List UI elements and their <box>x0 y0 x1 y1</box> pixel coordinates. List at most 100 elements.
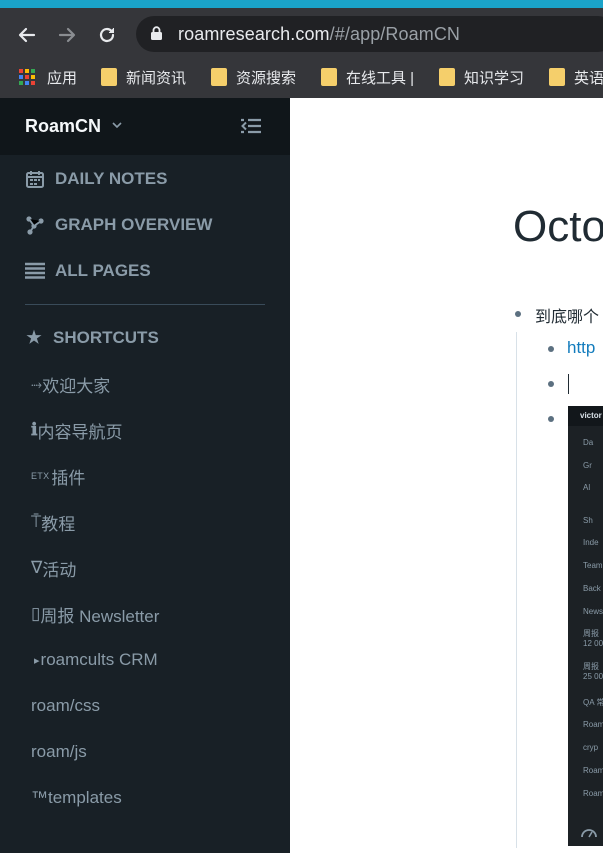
shortcut-label: 教程 <box>41 514 76 534</box>
embedded-image-text: cryp <box>583 743 599 752</box>
text-cursor <box>568 374 569 394</box>
shortcut-item[interactable]: ∇ 活动 <box>31 555 76 581</box>
embedded-image-text: Back <box>583 584 601 593</box>
shortcut-label: roam/js <box>31 742 87 761</box>
extension-icon: ETX <box>31 471 50 481</box>
child-thread-line <box>516 332 517 848</box>
nav-daily-notes[interactable]: DAILY NOTES <box>25 166 167 192</box>
forward-button[interactable] <box>53 21 81 49</box>
shortcut-item[interactable]: ™ templates <box>31 785 122 811</box>
folder-icon <box>211 68 227 86</box>
nav-label: DAILY NOTES <box>55 169 168 188</box>
folder-icon <box>439 68 455 86</box>
embedded-image-text: QA 常 <box>583 698 603 707</box>
block-bullet[interactable] <box>515 311 521 317</box>
shortcut-item[interactable]: ▸ roamcults CRM <box>31 647 158 673</box>
gauge-icon <box>581 829 597 838</box>
embedded-image-text: Da <box>583 438 594 447</box>
bookmark-folder[interactable]: 知识学习 <box>439 65 524 89</box>
embedded-image-text: 12 00 <box>583 639 603 648</box>
nav-label: ALL PAGES <box>55 261 151 280</box>
embedded-image-text: Team <box>583 561 603 570</box>
shortcuts-label: SHORTCUTS <box>53 328 159 347</box>
page-title[interactable]: Octo <box>513 202 603 252</box>
bookmark-folder[interactable]: 在线工具 | <box>321 65 414 89</box>
embedded-image-text: victor <box>580 411 602 420</box>
bookmark-label: 知识学习 <box>464 69 525 87</box>
shortcut-label: roam/css <box>31 696 100 715</box>
shortcut-label: 内容导航页 <box>37 422 123 442</box>
left-sidebar: RoamCN DAILY NOTES GRAPH OVERVIEW ALL PA… <box>0 98 290 853</box>
embedded-image[interactable]: victor Da Gr Al Sh Inde Team Back News 周… <box>568 406 603 846</box>
embedded-image-text: Gr <box>583 461 592 470</box>
bookmark-folder[interactable]: 英语 <box>549 65 603 89</box>
browser-toolbar: roamresearch.com/#/app/RoamCN <box>0 8 603 60</box>
graph-icon <box>25 215 45 235</box>
block-bullet[interactable] <box>548 346 554 352</box>
shortcut-label: 插件 <box>51 468 86 488</box>
graph-switcher[interactable]: RoamCN <box>25 116 101 137</box>
main-content: Octo 到底哪个 http victor Da Gr Al Sh Inde T… <box>290 98 603 853</box>
arrow-right-icon <box>58 27 76 43</box>
shortcut-label: templates <box>48 788 122 807</box>
apps-grid-icon <box>19 69 35 85</box>
calendar-icon <box>25 169 45 189</box>
shortcut-label: 周报 Newsletter <box>40 606 160 626</box>
address-bar[interactable]: roamresearch.com/#/app/RoamCN <box>136 16 603 52</box>
embedded-image-text: News <box>583 607 603 616</box>
embedded-image-text: 周报 <box>583 629 599 638</box>
embedded-image-text: Al <box>583 483 591 492</box>
url-text: roamresearch.com/#/app/RoamCN <box>178 24 461 44</box>
bookmark-label: 应用 <box>47 69 78 87</box>
shortcut-item[interactable]: roam/js <box>31 739 87 765</box>
lock-icon <box>151 26 162 40</box>
collapse-sidebar-icon[interactable] <box>240 116 262 136</box>
link-block[interactable]: http <box>567 338 595 358</box>
shortcut-item[interactable]: ▯ 周报 Newsletter <box>31 601 159 627</box>
event-icon: ∇ <box>31 558 43 577</box>
tutorial-icon: ⍑ <box>31 512 42 531</box>
bookmark-label: 资源搜索 <box>236 69 297 87</box>
bookmark-folder[interactable]: 新闻资讯 <box>101 65 186 89</box>
block-bullet[interactable] <box>548 381 554 387</box>
shortcut-item[interactable]: roam/css <box>31 693 100 719</box>
embedded-image-text: Roam <box>583 789 603 798</box>
shortcut-item[interactable]: ℹ 内容导航页 <box>31 417 122 443</box>
trademark-icon: ™ <box>31 788 48 807</box>
star-icon: ★ <box>26 328 42 347</box>
nav-graph-overview[interactable]: GRAPH OVERVIEW <box>25 212 212 238</box>
window-accent-strip <box>0 0 603 8</box>
folder-icon <box>549 68 565 86</box>
sidebar-header: RoamCN <box>0 98 290 155</box>
embedded-image-text: Inde <box>583 538 599 547</box>
bookmark-label: 英语 <box>574 69 603 87</box>
shortcut-item[interactable]: ⍑ 教程 <box>31 509 75 535</box>
embedded-image-text: Roam <box>583 766 603 775</box>
bookmark-folder[interactable]: 资源搜索 <box>211 65 296 89</box>
sidebar-divider <box>25 304 265 305</box>
chevron-down-icon[interactable] <box>111 119 123 131</box>
bookmark-apps[interactable]: 应用 <box>19 65 77 89</box>
triangle-right-icon: ▸ <box>34 654 40 667</box>
embedded-image-text: 周报 <box>583 662 599 671</box>
embedded-image-text: Sh <box>583 516 593 525</box>
nav-label: GRAPH OVERVIEW <box>55 215 213 234</box>
shortcuts-header: ★ SHORTCUTS <box>25 325 159 351</box>
bookmark-label: 在线工具 | <box>346 69 415 87</box>
shortcut-item[interactable]: ETX 插件 <box>31 463 85 489</box>
bookmark-label: 新闻资讯 <box>126 69 187 87</box>
nav-all-pages[interactable]: ALL PAGES <box>25 258 151 284</box>
shortcut-item[interactable]: ⤑ 欢迎大家 <box>31 371 110 397</box>
shortcut-label: 欢迎大家 <box>42 376 111 396</box>
newsletter-icon: ▯ <box>31 604 41 623</box>
embedded-image-text: 25 00 <box>583 672 603 681</box>
block-text[interactable]: 到底哪个 <box>535 303 599 327</box>
reload-button[interactable] <box>93 21 121 49</box>
folder-icon <box>321 68 337 86</box>
reload-icon <box>99 27 115 43</box>
block-bullet[interactable] <box>548 416 554 422</box>
list-icon <box>25 261 45 281</box>
embedded-image-text: Roam <box>583 720 603 729</box>
arrow-icon: ⤑ <box>31 375 43 392</box>
back-button[interactable] <box>13 21 41 49</box>
